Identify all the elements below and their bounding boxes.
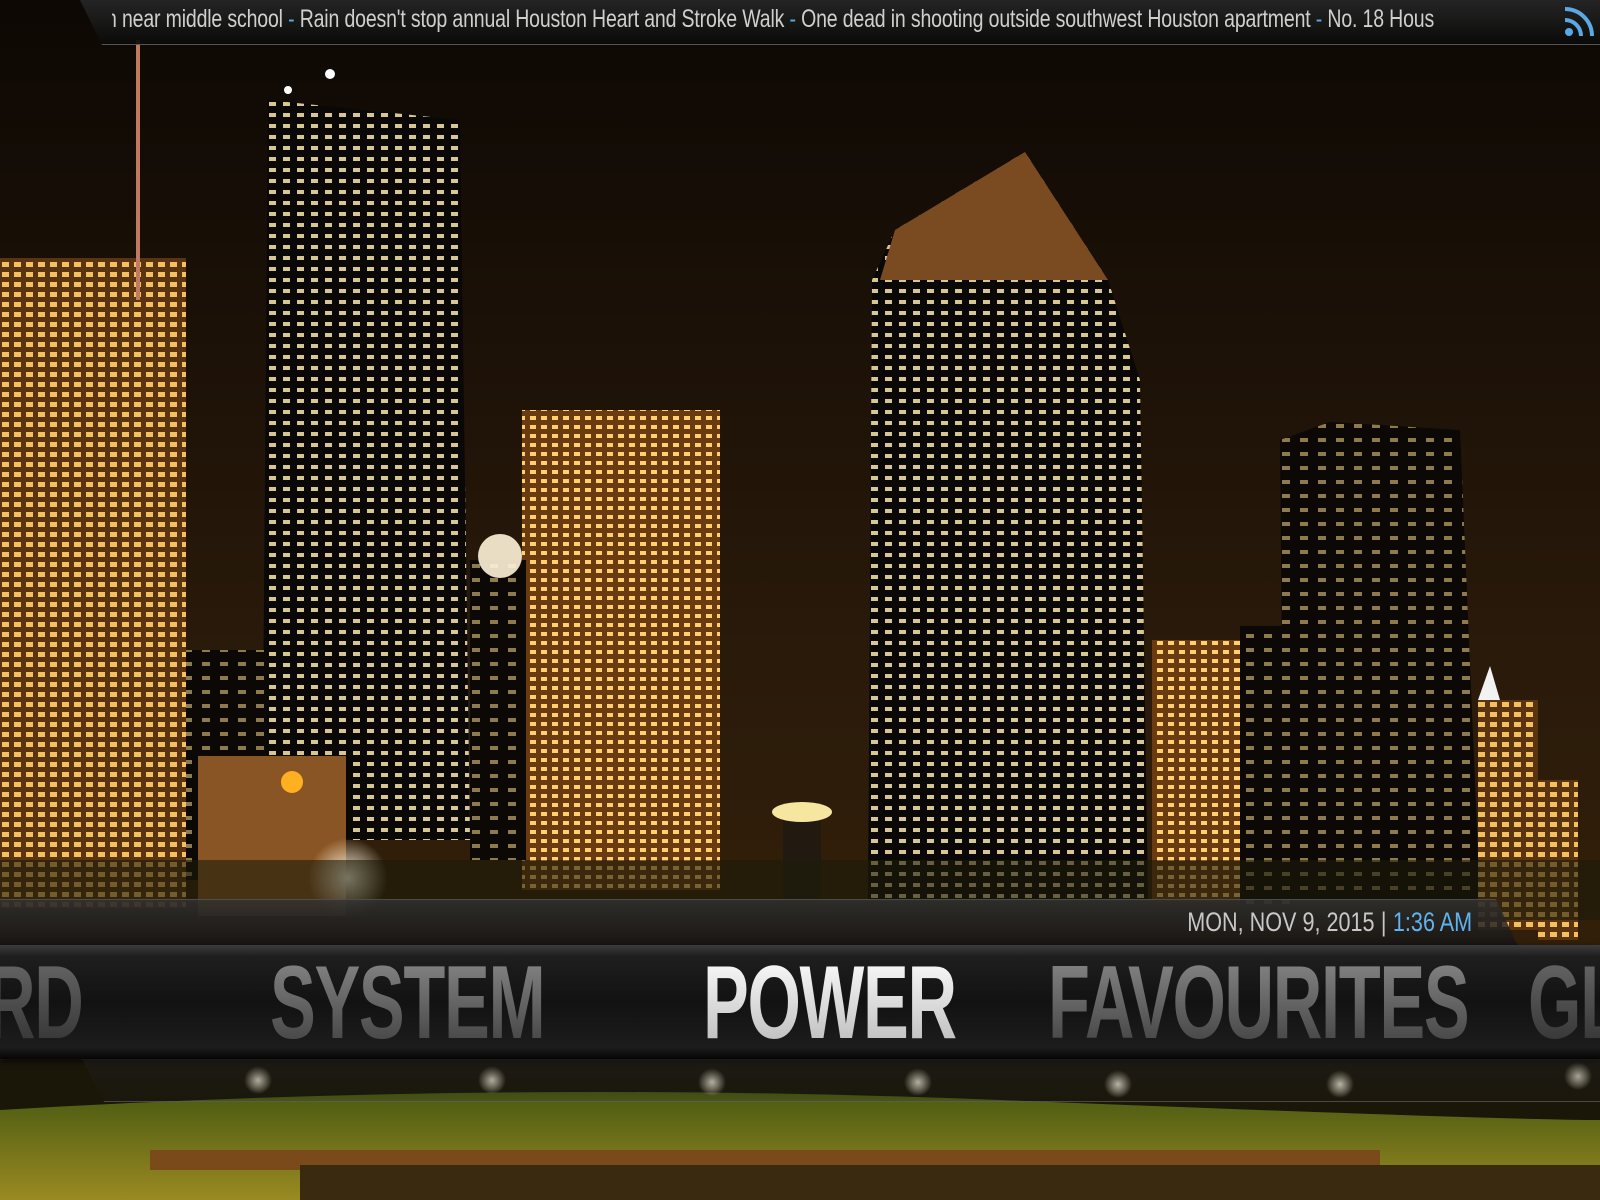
menu-submenu-shelf: [82, 1059, 1600, 1102]
ticker-viewport[interactable]: n near middle school - Rain doesn't stop…: [112, 0, 1560, 40]
headline: Rain doesn't stop annual Houston Heart a…: [299, 5, 785, 33]
rss-icon[interactable]: [1563, 4, 1595, 38]
date-time-separator: |: [1380, 907, 1387, 937]
menu-item-partial-right[interactable]: GL: [1528, 951, 1600, 1055]
headline: No. 18 Hous: [1327, 5, 1435, 33]
menu-item-system[interactable]: SYSTEM: [270, 951, 546, 1055]
headline-separator: -: [784, 5, 802, 33]
menu-item-favourites[interactable]: FAVOURITES: [1048, 951, 1470, 1055]
ticker-text: n near middle school - Rain doesn't stop…: [112, 5, 1434, 34]
headline: One dead in shooting outside southwest H…: [801, 5, 1311, 33]
headline-separator: -: [282, 5, 300, 33]
menu-item-partial-left[interactable]: RD: [0, 951, 84, 1055]
home-screen: n near middle school - Rain doesn't stop…: [0, 0, 1600, 1200]
clock-readout: MON, NOV 9, 2015 | 1:36 AM: [1187, 907, 1472, 938]
time-label: 1:36 AM: [1392, 907, 1472, 937]
headline: n near middle school: [112, 5, 283, 33]
rss-ticker-bar: n near middle school - Rain doesn't stop…: [0, 0, 1600, 45]
menu-item-power[interactable]: POWER: [703, 951, 957, 1055]
date-label: MON, NOV 9, 2015: [1187, 907, 1375, 937]
main-menu-bar: RD SYSTEM POWER FAVOURITES GL: [0, 945, 1600, 1059]
headline-separator: -: [1310, 5, 1328, 33]
clock-bar: MON, NOV 9, 2015 | 1:36 AM: [0, 899, 1600, 946]
